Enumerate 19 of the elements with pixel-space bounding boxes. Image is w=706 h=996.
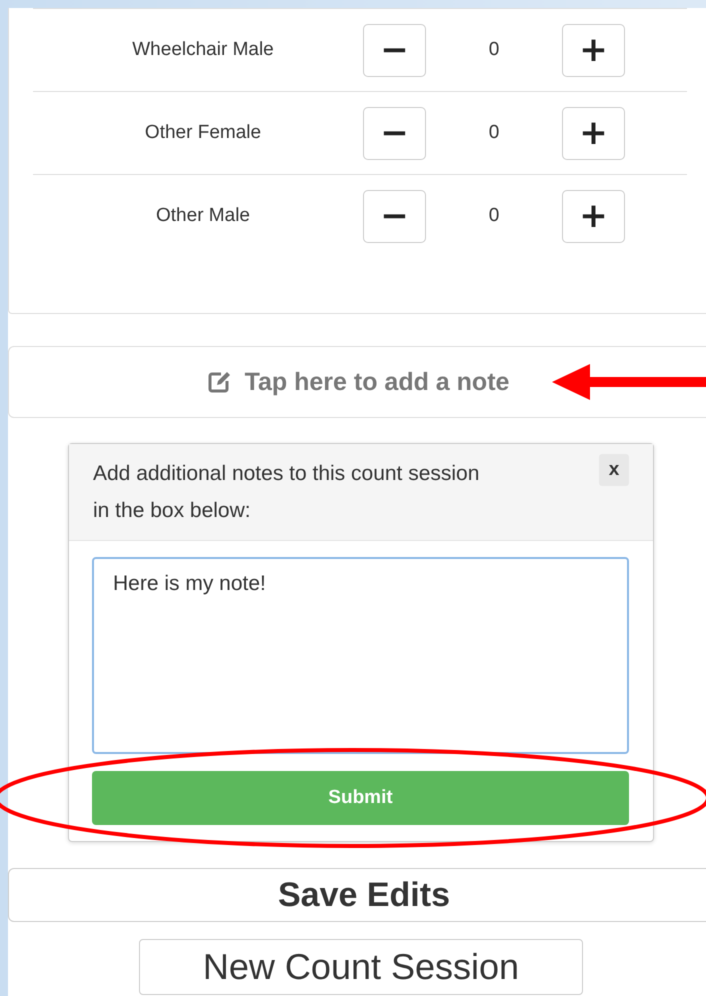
add-note-button[interactable]: Tap here to add a note — [8, 346, 706, 418]
close-button[interactable]: x — [599, 454, 629, 486]
note-field[interactable]: Here is my note! — [92, 557, 629, 754]
decrement-button[interactable]: − — [363, 24, 426, 76]
counter-value: 0 — [488, 205, 500, 227]
decrement-button[interactable]: − — [363, 190, 426, 242]
increment-button[interactable]: + — [562, 190, 625, 242]
save-edits-button[interactable]: Save Edits — [8, 868, 706, 922]
edit-icon — [206, 370, 233, 394]
note-prompt: Add additional notes to this count session in the box below: — [93, 461, 480, 524]
counter-label: Other Female — [144, 122, 262, 144]
decrement-button[interactable]: − — [363, 106, 426, 160]
increment-button[interactable]: + — [562, 106, 625, 160]
counter-label: Wheelchair Male — [131, 39, 275, 61]
new-session-button[interactable]: New Count Session — [139, 939, 583, 995]
counter-value: 0 — [488, 39, 500, 61]
increment-button[interactable]: + — [562, 24, 625, 76]
counter-label: Other Male — [155, 205, 251, 227]
counter-value: 0 — [488, 122, 500, 144]
